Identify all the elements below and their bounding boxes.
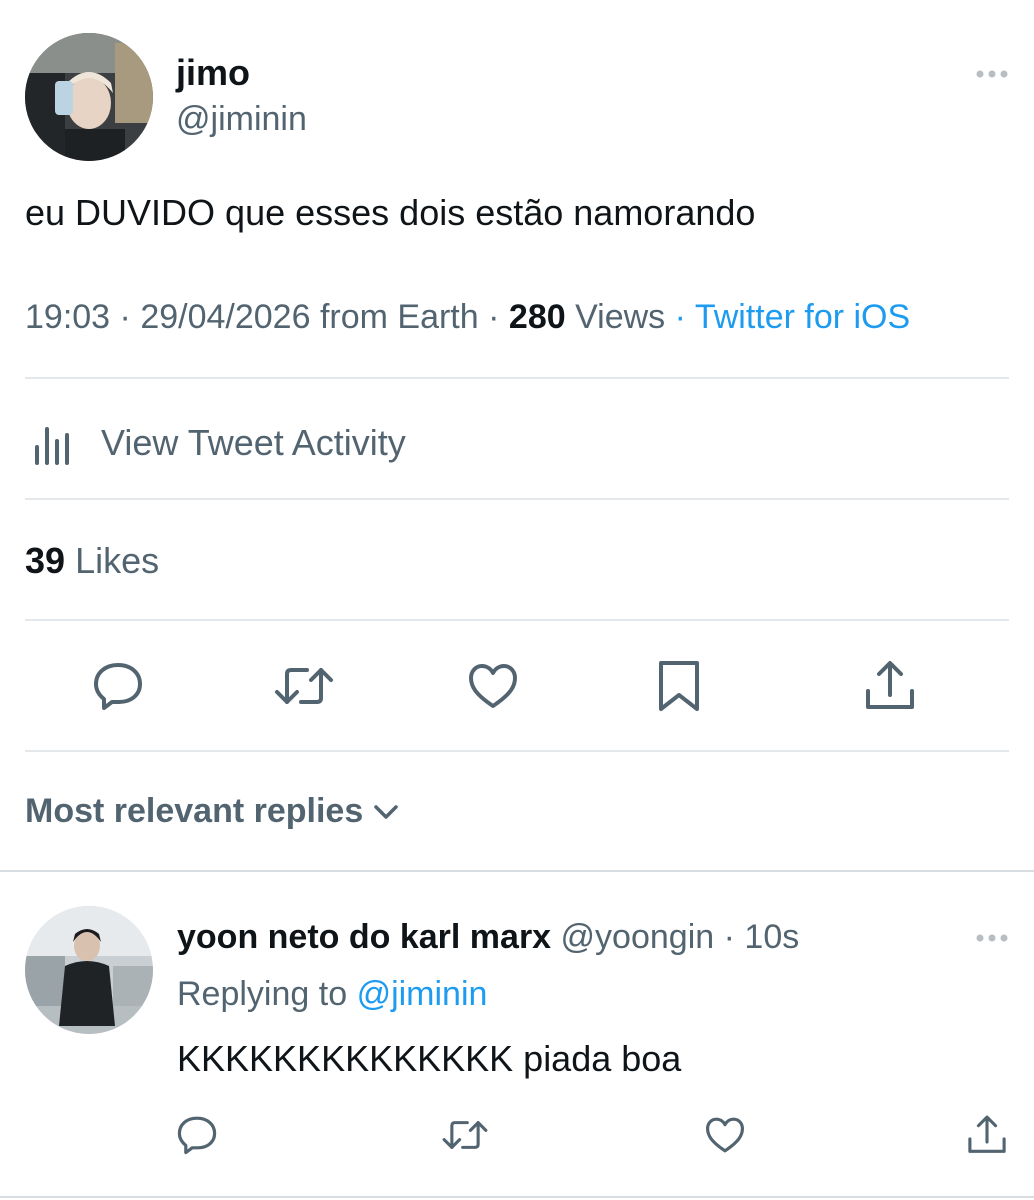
share-button[interactable]	[860, 656, 920, 716]
meta-separator: ·	[488, 298, 500, 336]
tweet-location: from Earth	[319, 298, 479, 336]
likes-count: 39	[25, 540, 66, 581]
reply-author-handle[interactable]: @yoongin	[561, 918, 715, 956]
replies-sort-dropdown[interactable]: Most relevant replies	[25, 792, 399, 831]
tweet-time: 19:03	[25, 298, 111, 336]
divider	[25, 619, 1009, 621]
meta-separator: ·	[674, 298, 686, 336]
reply-reply-button[interactable]	[174, 1114, 220, 1156]
like-icon	[469, 664, 517, 708]
like-icon	[705, 1117, 744, 1153]
reply-time: 10s	[744, 918, 800, 956]
author-name[interactable]: jimo	[176, 52, 250, 94]
retweet-icon	[442, 1121, 488, 1149]
section-divider	[0, 870, 1034, 872]
reply-icon	[177, 1116, 217, 1155]
retweet-icon	[275, 668, 333, 704]
reply-header: yoon neto do karl marx @yoongin · 10s	[177, 918, 799, 957]
reply-share-button[interactable]	[964, 1112, 1010, 1158]
more-options-icon[interactable]	[974, 68, 1010, 80]
views-count: 280	[508, 298, 566, 336]
replying-to-prefix: Replying to	[177, 975, 348, 1013]
likes-count-link[interactable]: 39 Likes	[25, 540, 159, 582]
meta-separator: ·	[723, 918, 735, 956]
share-icon	[866, 661, 914, 709]
reply-more-options-icon[interactable]	[974, 932, 1010, 944]
tweet-date: 29/04/2026	[140, 298, 311, 336]
divider	[25, 377, 1009, 379]
author-avatar[interactable]	[25, 33, 153, 161]
section-divider	[0, 1196, 1034, 1198]
bookmark-button[interactable]	[652, 656, 706, 716]
replying-to-handle[interactable]: @jiminin	[357, 975, 488, 1013]
reply-button[interactable]	[88, 658, 148, 714]
view-tweet-activity-label: View Tweet Activity	[101, 422, 406, 463]
reply-retweet-button[interactable]	[440, 1116, 490, 1154]
views-label: Views	[575, 298, 666, 336]
reply-like-button[interactable]	[702, 1114, 748, 1156]
like-button[interactable]	[464, 658, 522, 714]
view-tweet-activity-button[interactable]: View Tweet Activity	[25, 418, 406, 468]
bookmark-icon	[659, 661, 699, 711]
reply-icon	[94, 663, 142, 710]
tweet-source-link[interactable]: Twitter for iOS	[695, 298, 910, 336]
retweet-button[interactable]	[272, 660, 336, 712]
reply-text: KKKKKKKKKKKKKK piada boa	[177, 1038, 682, 1079]
tweet-meta: 19:03 · 29/04/2026 from Earth · 280 View…	[25, 298, 910, 337]
chevron-down-icon	[374, 804, 398, 819]
share-icon	[968, 1115, 1006, 1153]
analytics-icon	[25, 419, 77, 467]
reply-avatar-photo	[25, 906, 153, 1034]
replies-sort-label: Most relevant replies	[25, 792, 364, 830]
author-handle[interactable]: @jiminin	[176, 100, 307, 139]
tweet-text: eu DUVIDO que esses dois estão namorando	[25, 192, 756, 233]
reply-author-name[interactable]: yoon neto do karl marx	[177, 918, 551, 956]
likes-label: Likes	[75, 540, 160, 581]
reply-avatar[interactable]	[25, 906, 153, 1034]
replying-to: Replying to @jiminin	[177, 975, 487, 1014]
divider	[25, 498, 1009, 500]
meta-separator: ·	[119, 298, 131, 336]
divider	[25, 750, 1009, 752]
author-avatar-photo	[25, 33, 153, 161]
